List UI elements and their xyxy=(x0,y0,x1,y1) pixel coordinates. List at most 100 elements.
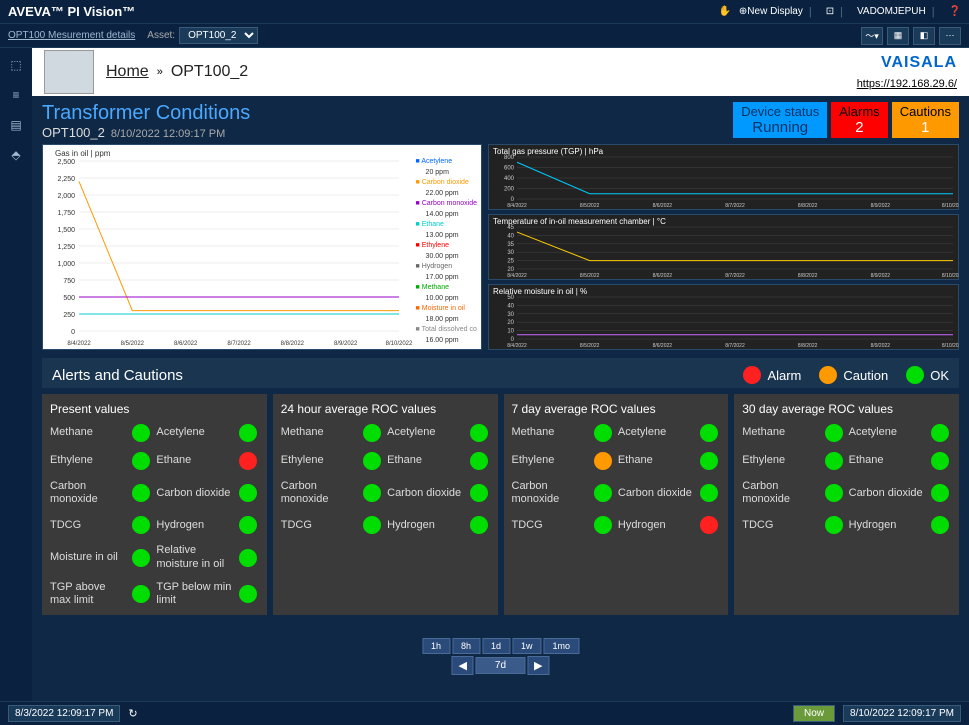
status-dot-icon xyxy=(470,484,488,502)
status-dot-icon xyxy=(132,424,150,442)
status-dot-icon xyxy=(470,452,488,470)
status-dot-icon xyxy=(700,484,718,502)
time-nav: 1h8h1d1w1mo ◀ 7d ▶ xyxy=(422,638,579,675)
user-label[interactable]: VADOMJEPUH xyxy=(857,6,926,17)
gas-label: TGP below min limit xyxy=(156,581,234,607)
gas-label: Carbon dioxide xyxy=(849,487,927,500)
status-dot-icon xyxy=(239,424,257,442)
cautions-box: Cautions 1 xyxy=(892,102,959,138)
timerange-button[interactable]: 1w xyxy=(512,638,542,654)
gas-label: Hydrogen xyxy=(387,519,465,532)
grid-icon[interactable]: ▦ xyxy=(887,27,909,45)
status-dot-icon xyxy=(594,484,612,502)
svg-text:25: 25 xyxy=(507,259,514,265)
svg-text:50: 50 xyxy=(507,295,514,301)
timerange-button[interactable]: 1mo xyxy=(544,638,580,654)
mini-chart[interactable]: Temperature of in-oil measurement chambe… xyxy=(488,214,959,280)
gas-label: Methane xyxy=(512,426,590,439)
status-dot-icon xyxy=(239,516,257,534)
book-icon[interactable]: ▤ xyxy=(7,116,25,134)
new-display-button[interactable]: ⊕ New Display xyxy=(739,6,803,17)
gas-label: Carbon monoxide xyxy=(50,480,128,506)
svg-text:200: 200 xyxy=(504,187,515,193)
list-icon[interactable]: ≡ xyxy=(7,86,25,104)
timerange-button[interactable]: 1d xyxy=(482,638,510,654)
breadcrumb[interactable]: OPT100 Mesurement details xyxy=(8,30,135,41)
svg-text:45: 45 xyxy=(507,225,514,231)
main-chart[interactable]: Gas in oil | ppm 02505007501,0001,2501,5… xyxy=(42,144,482,350)
title-timestamp: 8/10/2022 12:09:17 PM xyxy=(111,128,225,140)
status-dot-icon xyxy=(239,452,257,470)
svg-text:8/6/2022: 8/6/2022 xyxy=(653,343,673,349)
asset-select[interactable]: OPT100_2 xyxy=(179,27,258,44)
asset-label: Asset: xyxy=(147,30,175,41)
caution-dot-icon xyxy=(819,366,837,384)
vaisala-logo: VAISALA xyxy=(881,54,957,72)
svg-text:8/5/2022: 8/5/2022 xyxy=(580,203,600,209)
status-dot-icon xyxy=(363,516,381,534)
gas-label: Ethylene xyxy=(50,454,128,467)
svg-text:750: 750 xyxy=(63,278,75,285)
panel-icon[interactable]: ◧ xyxy=(913,27,935,45)
more-icon[interactable]: ⋯ xyxy=(939,27,961,45)
status-dot-icon xyxy=(700,516,718,534)
device-url[interactable]: https://192.168.29.6/ xyxy=(857,78,957,90)
gas-label: Carbon monoxide xyxy=(512,480,590,506)
layout-icon[interactable]: ⊡ xyxy=(826,6,834,17)
panel-title: 7 day average ROC values xyxy=(512,402,721,416)
mini-chart[interactable]: Relative moisture in oil | %010203040508… xyxy=(488,284,959,350)
nav-current-range: 7d xyxy=(476,657,525,674)
svg-text:8/10/2022: 8/10/2022 xyxy=(386,341,413,347)
cube-icon[interactable]: ⬚ xyxy=(7,56,25,74)
new-display-label: New Display xyxy=(747,6,803,17)
panel-title: 24 hour average ROC values xyxy=(281,402,490,416)
svg-text:8/8/2022: 8/8/2022 xyxy=(281,341,305,347)
tag-icon[interactable]: ⬘ xyxy=(7,146,25,164)
footer: 8/3/2022 12:09:17 PM ↻ Now 8/10/2022 12:… xyxy=(0,701,969,725)
end-time[interactable]: 8/10/2022 12:09:17 PM xyxy=(843,705,961,722)
legend-alarm: Alarm xyxy=(767,368,801,383)
svg-text:1,000: 1,000 xyxy=(57,261,75,268)
mini-chart[interactable]: Total gas pressure (TGP) | hPa0200400600… xyxy=(488,144,959,210)
svg-text:2,000: 2,000 xyxy=(57,193,75,200)
gas-label: Acetylene xyxy=(618,426,696,439)
status-panel: 7 day average ROC values Methane Acetylene… xyxy=(504,394,729,615)
alarms-box: Alarms 2 xyxy=(831,102,887,138)
timerange-button[interactable]: 8h xyxy=(452,638,480,654)
trend-icon[interactable]: 〜▾ xyxy=(861,27,883,45)
timerange-button[interactable]: 1h xyxy=(422,638,450,654)
nav-prev-button[interactable]: ◀ xyxy=(451,656,473,675)
main-area: Home » OPT100_2 VAISALA https://192.168.… xyxy=(32,48,969,701)
status-dot-icon xyxy=(931,452,949,470)
app-brand: AVEVA™ PI Vision™ xyxy=(8,4,135,19)
charts-row: Gas in oil | ppm 02505007501,0001,2501,5… xyxy=(32,144,969,350)
mini-charts: Total gas pressure (TGP) | hPa0200400600… xyxy=(488,144,959,350)
cautions-label: Cautions xyxy=(900,104,951,119)
hand-icon[interactable]: ✋ xyxy=(718,6,730,17)
nav-next-button[interactable]: ▶ xyxy=(527,656,549,675)
status-dot-icon xyxy=(132,484,150,502)
home-link[interactable]: Home xyxy=(106,63,149,81)
gas-label: TDCG xyxy=(742,519,820,532)
start-time[interactable]: 8/3/2022 12:09:17 PM xyxy=(8,705,120,722)
status-dot-icon xyxy=(931,484,949,502)
now-button[interactable]: Now xyxy=(793,705,835,722)
svg-text:8/6/2022: 8/6/2022 xyxy=(653,273,673,279)
alerts-header: Alerts and Cautions Alarm Caution OK xyxy=(42,358,959,388)
refresh-icon[interactable]: ↻ xyxy=(128,707,137,720)
device-status-box: Device status Running xyxy=(733,102,827,138)
status-panel: 30 day average ROC valuesMethaneAcetylen… xyxy=(734,394,959,615)
gas-label: Hydrogen xyxy=(156,519,234,532)
status-dot-icon xyxy=(239,484,257,502)
status-dot-icon xyxy=(931,516,949,534)
svg-text:8/6/2022: 8/6/2022 xyxy=(174,341,198,347)
sidebar: ⬚ ≡ ▤ ⬘ xyxy=(0,48,32,701)
status-dot-icon xyxy=(363,452,381,470)
status-dot-icon xyxy=(594,452,612,470)
gas-label: Carbon monoxide xyxy=(742,480,820,506)
gas-label: Carbon dioxide xyxy=(387,487,465,500)
help-icon[interactable]: ❓ xyxy=(949,6,961,17)
chart-legend: ■ Acetylene20 ppm■ Carbon dioxide22.00 p… xyxy=(416,157,477,346)
status-dot-icon xyxy=(470,516,488,534)
gas-label: TGP above max limit xyxy=(50,581,128,607)
